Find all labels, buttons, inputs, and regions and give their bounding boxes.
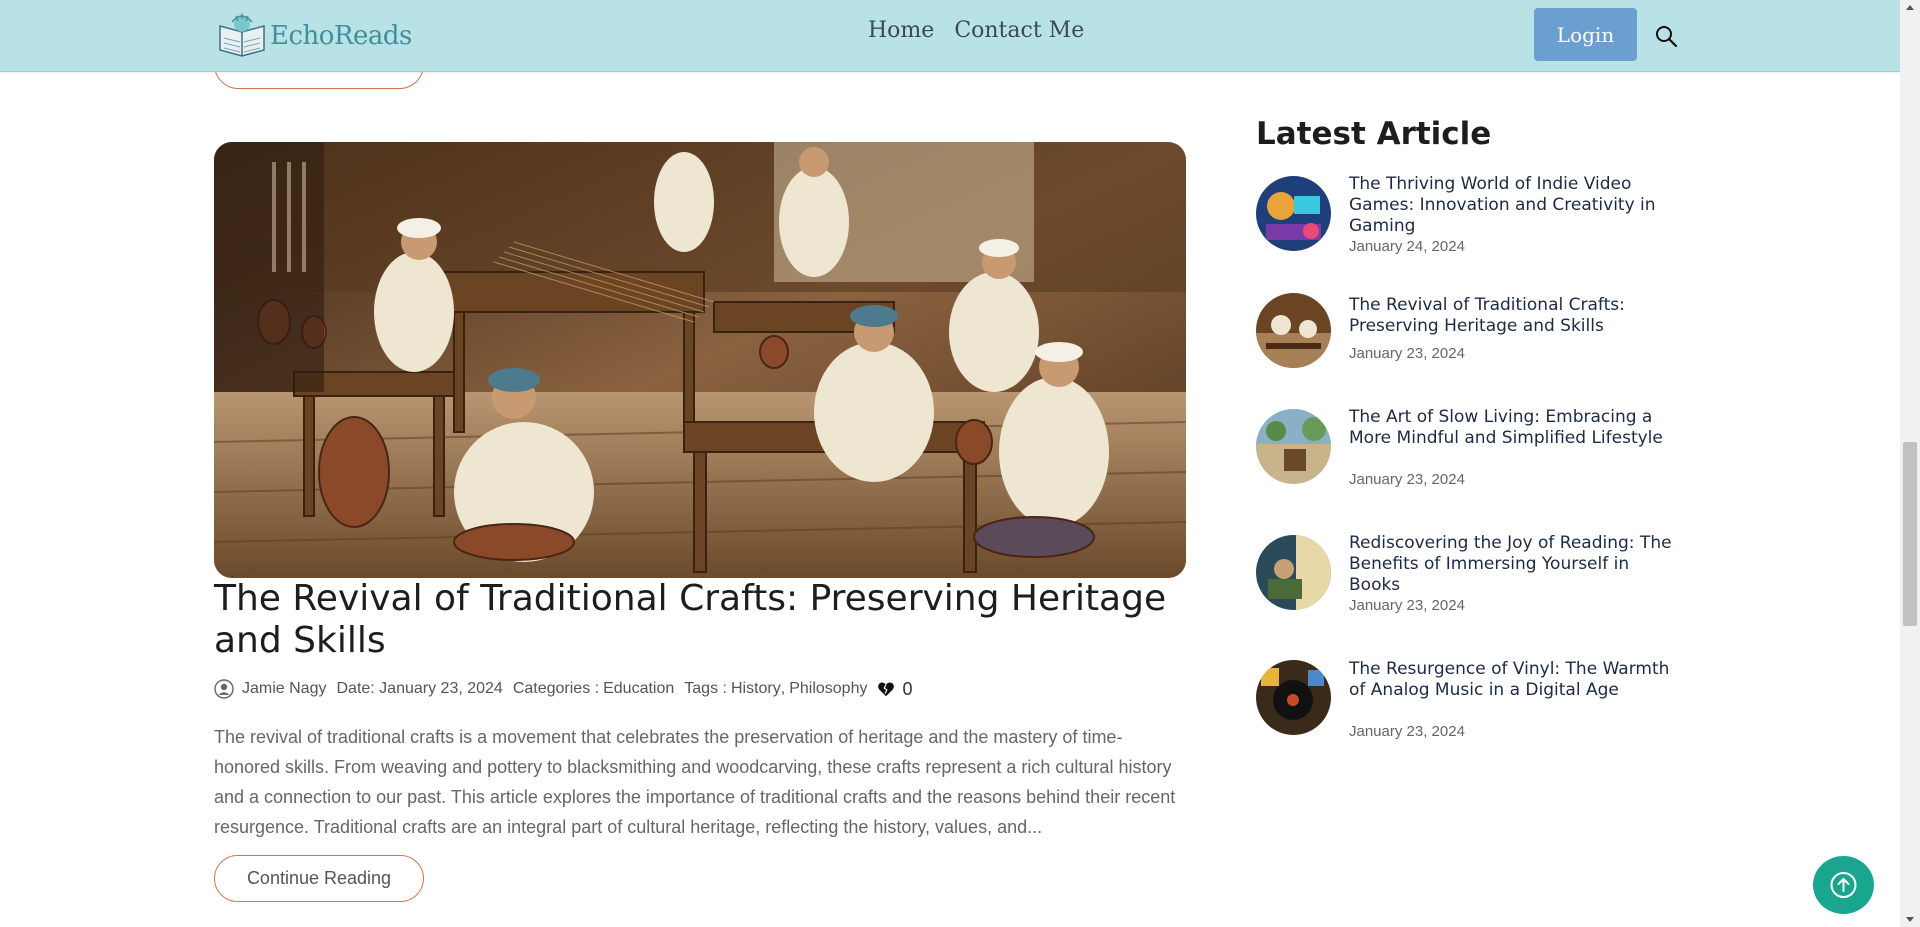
latest-article-title[interactable]: Rediscovering the Joy of Reading: The Be… (1349, 533, 1674, 596)
latest-article-item[interactable]: The Art of Slow Living: Embracing a More… (1256, 407, 1676, 507)
login-button[interactable]: Login (1534, 8, 1637, 61)
latest-article-item[interactable]: Rediscovering the Joy of Reading: The Be… (1256, 533, 1676, 633)
tags-label: Tags : (684, 680, 727, 697)
main-nav: Home Contact Me (868, 18, 1084, 43)
nav-contact-me[interactable]: Contact Me (954, 18, 1084, 43)
nav-home[interactable]: Home (868, 18, 934, 43)
latest-article-date: January 23, 2024 (1349, 471, 1465, 488)
tag-link-history[interactable]: History (731, 680, 781, 698)
latest-article-date: January 23, 2024 (1349, 597, 1465, 614)
continue-reading-button[interactable]: Continue Reading (214, 855, 424, 902)
search-icon[interactable] (1654, 24, 1678, 48)
page-scrollbar[interactable] (1900, 0, 1920, 927)
latest-article-item[interactable]: The Revival of Traditional Crafts: Prese… (1256, 291, 1676, 371)
latest-article-title[interactable]: The Revival of Traditional Crafts: Prese… (1349, 295, 1674, 337)
latest-article-title[interactable]: The Thriving World of Indie Video Games:… (1349, 174, 1674, 237)
site-name: EchoReads (270, 21, 412, 51)
heart-icon[interactable] (877, 680, 895, 698)
scrollbar-thumb[interactable] (1903, 442, 1917, 626)
traditional-crafts-illustration (214, 142, 1186, 578)
article-thumbnail[interactable] (1256, 293, 1331, 368)
site-header: EchoReads Home Contact Me Login (0, 0, 1900, 72)
category-link[interactable]: Education (603, 680, 674, 698)
categories-label: Categories : (512, 680, 600, 697)
article-thumbnail[interactable] (1256, 535, 1331, 610)
article-date: Date: January 23, 2024 (336, 680, 503, 697)
article-title[interactable]: The Revival of Traditional Crafts: Prese… (214, 578, 1186, 662)
article-author[interactable]: Jamie Nagy (242, 680, 326, 698)
book-logo-icon (219, 13, 265, 57)
latest-article-title[interactable]: The Art of Slow Living: Embracing a More… (1349, 407, 1674, 449)
latest-article-title[interactable]: The Resurgence of Vinyl: The Warmth of A… (1349, 659, 1674, 701)
user-icon (214, 679, 234, 699)
latest-article-item[interactable]: The Thriving World of Indie Video Games:… (1256, 174, 1676, 274)
article-thumbnail[interactable] (1256, 660, 1331, 735)
latest-article-item[interactable]: The Resurgence of Vinyl: The Warmth of A… (1256, 659, 1676, 759)
latest-article-date: January 24, 2024 (1349, 238, 1465, 255)
back-to-top-button[interactable] (1813, 856, 1874, 914)
article-meta: Jamie Nagy Date: January 23, 2024 Catego… (214, 676, 912, 702)
latest-article-date: January 23, 2024 (1349, 723, 1465, 740)
article-thumbnail[interactable] (1256, 409, 1331, 484)
latest-article-date: January 23, 2024 (1349, 345, 1465, 362)
tag-link-philosophy[interactable]: Philosophy (789, 680, 867, 698)
arrow-up-icon (1830, 872, 1857, 898)
article-image[interactable] (214, 142, 1186, 578)
article-excerpt: The revival of traditional crafts is a m… (214, 727, 1176, 837)
scroll-up-icon[interactable] (1900, 0, 1920, 16)
article-thumbnail[interactable] (1256, 176, 1331, 251)
site-logo[interactable]: EchoReads (214, 12, 412, 60)
tag-separator: , (780, 680, 786, 697)
scroll-down-icon[interactable] (1900, 911, 1920, 927)
sidebar-title: Latest Article (1256, 116, 1492, 152)
like-count: 0 (902, 678, 913, 699)
